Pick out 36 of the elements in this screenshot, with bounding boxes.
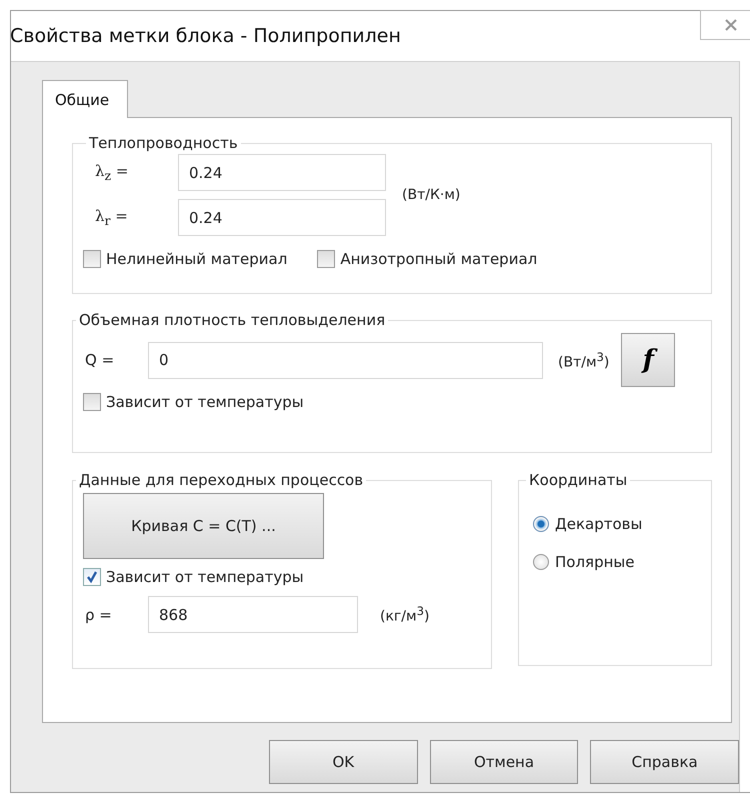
checkbox[interactable] [317,250,336,268]
input-field[interactable]: 0.24 [178,199,386,236]
checkbox-label: Зависит от температуры [106,393,304,411]
function-button[interactable]: f [621,333,676,387]
group-title: Координаты [528,471,628,489]
input-field[interactable]: 868 [148,596,358,633]
unit-label: (кг/м$^{3}$) [380,604,430,625]
curve-button[interactable]: Кривая C = C(T) ... [83,493,324,559]
radio-label: Декартовы [555,515,642,533]
checkbox[interactable] [83,568,101,586]
group-title: Данные для переходных процессов [78,471,364,489]
dialog-button[interactable]: Отмена [430,740,578,784]
checkbox-label: Зависит от температуры [106,568,304,586]
field-label: λ$_{z}$ = [94,162,130,183]
checkbox-label: Анизотропный материал [340,250,538,268]
unit-label: (Вт/К·м) [402,187,460,203]
field-label: Q = [84,351,116,369]
radio-button[interactable] [533,554,549,570]
checkbox-label: Нелинейный материал [106,250,288,268]
dialog-button[interactable]: Справка [590,740,740,784]
checkbox[interactable] [83,250,101,268]
radio-label: Полярные [555,553,634,571]
unit-label: (Вт/м$^{3}$) [558,350,610,370]
input-field[interactable]: 0.24 [178,154,386,191]
input-field[interactable]: 0 [148,342,543,378]
close-icon [724,19,738,31]
dialog-button[interactable]: OK [269,740,418,784]
checkbox[interactable] [83,393,101,411]
group-title: Теплопроводность [88,134,239,152]
tab[interactable]: Общие [42,80,128,118]
radio-button[interactable] [533,516,549,532]
close-button[interactable] [700,10,750,40]
group-title: Объемная плотность тепловыделения [78,311,386,329]
window-title: Свойства метки блока - Полипропилен [10,25,401,47]
field-label: ρ = [84,606,113,624]
field-label: λ$_{r}$ = [94,207,129,228]
